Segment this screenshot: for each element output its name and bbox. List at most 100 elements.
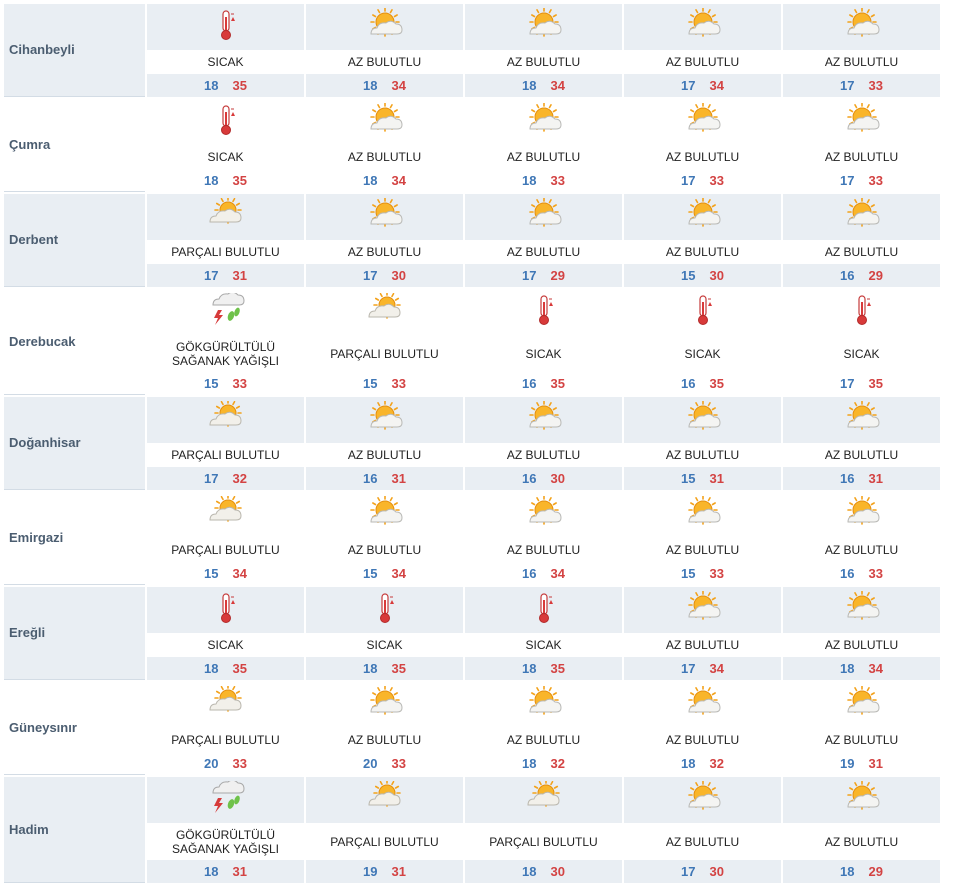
temperature-range: 20 33 — [147, 752, 304, 775]
high-temperature: 31 — [391, 864, 406, 879]
sun-cloud-icon — [846, 781, 880, 810]
sun-cloud-icon — [846, 8, 880, 37]
temperature-range: 19 31 — [783, 752, 940, 775]
temperature-range: 16 35 — [465, 372, 622, 395]
high-temperature: 34 — [550, 78, 565, 93]
condition-label: SICAK — [366, 638, 403, 652]
weather-icon-area — [783, 289, 940, 335]
weather-icon-area — [783, 397, 940, 443]
temperature-range: 19 31 — [306, 860, 463, 883]
high-temperature: 34 — [550, 566, 565, 581]
day-forecast-cell: GÖKGÜRÜLTÜLÜ SAĞANAK YAĞIŞLI 18 31 — [147, 777, 304, 883]
weather-icon-area — [624, 289, 781, 335]
day-forecast-cell: AZ BULUTLU 17 30 — [624, 777, 781, 883]
temperature-range: 17 33 — [783, 74, 940, 97]
sun-cloud-icon — [528, 401, 562, 430]
city-cell: Derebucak — [4, 289, 145, 395]
city-name: Doğanhisar — [9, 434, 81, 450]
city-cell: Emirgazi — [4, 492, 145, 585]
condition-label: AZ BULUTLU — [506, 150, 581, 164]
low-temperature: 18 — [522, 864, 537, 879]
low-temperature: 18 — [522, 756, 537, 771]
city-row: Derbent PARÇALI BULUTLU 17 31 AZ BULUTLU 17 30… — [4, 194, 944, 287]
high-temperature: 34 — [232, 566, 247, 581]
high-temperature: 35 — [232, 661, 247, 676]
high-temperature: 35 — [232, 78, 247, 93]
weather-icon-area — [624, 777, 781, 823]
day-forecast-cell: AZ BULUTLU 17 33 — [783, 4, 940, 97]
sun-cloud-icon — [687, 496, 721, 525]
low-temperature: 18 — [363, 78, 378, 93]
weather-icon-area — [783, 99, 940, 145]
city-name: Emirgazi — [9, 529, 64, 545]
day-forecast-cell: AZ BULUTLU 17 33 — [783, 99, 940, 192]
day-forecast-cell: SICAK 18 35 — [147, 4, 304, 97]
temperature-range: 15 31 — [624, 467, 781, 490]
high-temperature: 35 — [709, 376, 724, 391]
day-forecast-cell: AZ BULUTLU 16 31 — [306, 397, 463, 490]
city-name: Derebucak — [9, 333, 76, 349]
condition-label: SICAK — [207, 638, 244, 652]
sun-cloud-icon — [369, 8, 403, 37]
temperature-range: 16 34 — [465, 562, 622, 585]
high-temperature: 31 — [868, 471, 883, 486]
condition-label: AZ BULUTLU — [665, 245, 740, 259]
weather-icon-area — [624, 492, 781, 538]
temperature-range: 17 33 — [624, 169, 781, 192]
low-temperature: 16 — [522, 376, 537, 391]
day-forecast-cell: SICAK 18 35 — [147, 99, 304, 192]
sun-cloud-icon — [846, 686, 880, 715]
temperature-range: 16 30 — [465, 467, 622, 490]
high-temperature: 30 — [709, 268, 724, 283]
weather-icon-area — [465, 492, 622, 538]
sun-cloud-icon — [687, 591, 721, 620]
high-temperature: 34 — [709, 78, 724, 93]
low-temperature: 16 — [522, 566, 537, 581]
day-forecast-cell: SICAK 16 35 — [624, 289, 781, 395]
thunderstorm-rain-icon — [211, 781, 245, 813]
sun-cloud-icon — [369, 496, 403, 525]
condition-label: SICAK — [207, 150, 244, 164]
condition-label: GÖKGÜRÜLTÜLÜ SAĞANAK YAĞIŞLI — [172, 827, 279, 856]
condition-label: AZ BULUTLU — [665, 55, 740, 69]
low-temperature: 19 — [363, 864, 378, 879]
weather-icon-area — [465, 4, 622, 50]
temperature-range: 18 34 — [306, 169, 463, 192]
day-forecast-cell: AZ BULUTLU 18 34 — [465, 4, 622, 97]
condition-label: PARÇALI BULUTLU — [330, 834, 439, 849]
temperature-range: 17 34 — [624, 74, 781, 97]
low-temperature: 18 — [522, 661, 537, 676]
temperature-range: 18 35 — [147, 74, 304, 97]
city-name: Çumra — [9, 136, 51, 152]
city-row: Çumra SICAK 18 35 AZ BULUTLU 18 34 AZ BULUTLU 1… — [4, 99, 944, 192]
temperature-range: 18 34 — [465, 74, 622, 97]
weather-icon-area — [624, 194, 781, 240]
condition-label: AZ BULUTLU — [824, 834, 899, 849]
day-forecast-cell: AZ BULUTLU 18 32 — [624, 682, 781, 775]
weather-icon-area — [147, 397, 304, 443]
low-temperature: 18 — [522, 173, 537, 188]
low-temperature: 20 — [204, 756, 219, 771]
condition-label: AZ BULUTLU — [824, 245, 899, 259]
day-forecast-cell: AZ BULUTLU 15 33 — [624, 492, 781, 585]
weather-icon-area — [147, 289, 304, 335]
condition-label: AZ BULUTLU — [824, 543, 899, 557]
partly-cloudy-icon — [208, 198, 242, 224]
high-temperature: 33 — [709, 566, 724, 581]
temperature-range: 20 33 — [306, 752, 463, 775]
low-temperature: 16 — [840, 566, 855, 581]
temperature-range: 17 30 — [306, 264, 463, 287]
sun-cloud-icon — [846, 496, 880, 525]
condition-label: AZ BULUTLU — [347, 245, 422, 259]
day-forecast-cell: AZ BULUTLU 16 30 — [465, 397, 622, 490]
sun-cloud-icon — [687, 103, 721, 132]
weather-icon-area — [147, 99, 304, 145]
temperature-range: 15 30 — [624, 264, 781, 287]
day-forecast-cell: PARÇALI BULUTLU 15 33 — [306, 289, 463, 395]
high-temperature: 32 — [709, 756, 724, 771]
low-temperature: 16 — [840, 471, 855, 486]
partly-cloudy-icon — [367, 781, 401, 807]
temperature-range: 18 31 — [147, 860, 304, 883]
high-temperature: 33 — [391, 756, 406, 771]
day-forecast-cell: PARÇALI BULUTLU 18 30 — [465, 777, 622, 883]
